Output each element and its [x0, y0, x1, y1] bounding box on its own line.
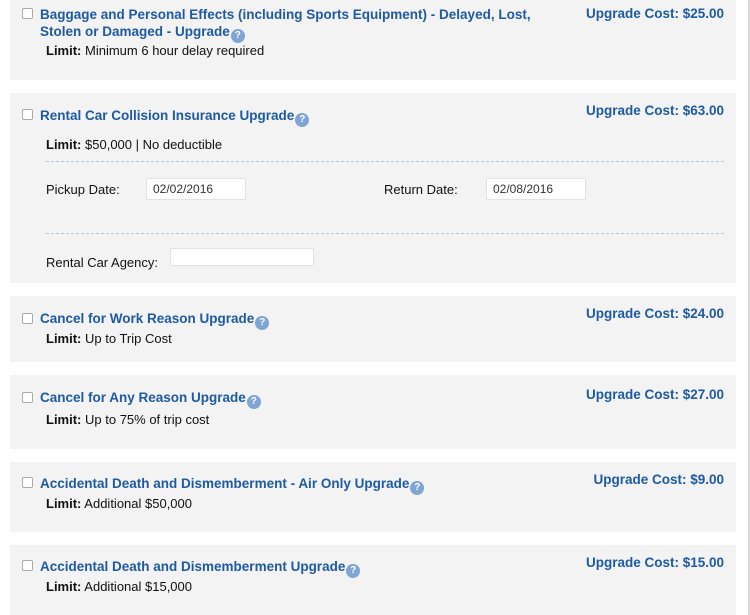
limit-label: Limit:: [46, 412, 82, 427]
cancel-any-upgrade-checkbox[interactable]: [22, 392, 33, 403]
dashed-divider: [46, 233, 724, 234]
dashed-divider: [46, 161, 724, 162]
return-date-label: Return Date:: [384, 182, 458, 197]
rental-car-title-text[interactable]: Rental Car Collision Insurance Upgrade: [40, 108, 294, 123]
add-upgrade-checkbox[interactable]: [22, 560, 33, 571]
add-upgrade-limit: Limit: Additional $15,000: [46, 579, 192, 594]
limit-label: Limit:: [46, 579, 82, 594]
return-date-input[interactable]: 02/08/2016: [486, 178, 586, 200]
add-title-text[interactable]: Accidental Death and Dismemberment Upgra…: [40, 559, 345, 574]
upgrade-panel-cancel-work: Cancel for Work Reason Upgrade? Upgrade …: [10, 296, 736, 362]
add-air-only-upgrade-title[interactable]: Accidental Death and Dismemberment - Air…: [40, 475, 425, 495]
add-air-only-title-text[interactable]: Accidental Death and Dismemberment - Air…: [40, 476, 409, 491]
baggage-upgrade-cost: Upgrade Cost: $25.00: [585, 6, 724, 21]
limit-value: Additional $15,000: [84, 579, 192, 594]
rental-car-upgrade-checkbox[interactable]: [22, 109, 33, 120]
add-upgrade-cost: Upgrade Cost: $15.00: [585, 555, 724, 570]
help-icon[interactable]: ?: [230, 29, 245, 43]
limit-value: Minimum 6 hour delay required: [85, 43, 265, 58]
cancel-any-title-text[interactable]: Cancel for Any Reason Upgrade: [40, 390, 246, 405]
pickup-date-input[interactable]: 02/02/2016: [146, 178, 246, 200]
rental-car-agency-label: Rental Car Agency:: [46, 255, 159, 270]
help-icon[interactable]: ?: [255, 316, 270, 330]
cancel-work-upgrade-cost: Upgrade Cost: $24.00: [585, 306, 724, 321]
limit-value: Up to Trip Cost: [85, 331, 172, 346]
baggage-upgrade-checkbox[interactable]: [22, 8, 33, 19]
upgrade-panel-baggage: Baggage and Personal Effects (including …: [10, 0, 736, 80]
rental-car-upgrade-title[interactable]: Rental Car Collision Insurance Upgrade?: [40, 107, 310, 127]
add-air-only-upgrade-checkbox[interactable]: [22, 477, 33, 488]
rental-car-upgrade-limit: Limit: $50,000 | No deductible: [46, 137, 222, 152]
upgrade-panel-add-air-only: Accidental Death and Dismemberment - Air…: [10, 462, 736, 532]
cancel-any-upgrade-title[interactable]: Cancel for Any Reason Upgrade?: [40, 389, 261, 409]
baggage-upgrade-limit: Limit: Minimum 6 hour delay required: [46, 43, 264, 58]
baggage-title-line1[interactable]: Baggage and Personal Effects (including …: [40, 7, 531, 22]
pickup-date-label: Pickup Date:: [46, 182, 120, 197]
baggage-upgrade-title[interactable]: Baggage and Personal Effects (including …: [40, 6, 531, 43]
limit-value: $50,000 | No deductible: [85, 137, 223, 152]
limit-value: Additional $50,000: [84, 496, 192, 511]
cancel-any-upgrade-cost: Upgrade Cost: $27.00: [585, 387, 724, 402]
help-icon[interactable]: ?: [410, 481, 425, 495]
limit-label: Limit:: [46, 331, 82, 346]
limit-label: Limit:: [46, 137, 82, 152]
cancel-work-upgrade-checkbox[interactable]: [22, 313, 33, 324]
limit-value: Up to 75% of trip cost: [85, 412, 210, 427]
rental-car-upgrade-cost: Upgrade Cost: $63.00: [585, 103, 724, 118]
cancel-work-upgrade-limit: Limit: Up to Trip Cost: [46, 331, 172, 346]
cancel-work-upgrade-title[interactable]: Cancel for Work Reason Upgrade?: [40, 310, 270, 330]
cancel-work-title-text[interactable]: Cancel for Work Reason Upgrade: [40, 311, 254, 326]
add-upgrade-title[interactable]: Accidental Death and Dismemberment Upgra…: [40, 558, 361, 578]
cancel-any-upgrade-limit: Limit: Up to 75% of trip cost: [46, 412, 209, 427]
limit-label: Limit:: [46, 43, 82, 58]
add-air-only-upgrade-cost: Upgrade Cost: $9.00: [593, 472, 724, 487]
add-air-only-upgrade-limit: Limit: Additional $50,000: [46, 496, 192, 511]
help-icon[interactable]: ?: [246, 395, 261, 409]
help-icon[interactable]: ?: [295, 113, 310, 127]
upgrade-panel-add: Accidental Death and Dismemberment Upgra…: [10, 545, 736, 615]
upgrade-panel-cancel-any: Cancel for Any Reason Upgrade? Upgrade C…: [10, 375, 736, 449]
limit-label: Limit:: [46, 496, 82, 511]
baggage-title-line2[interactable]: Stolen or Damaged - Upgrade: [40, 24, 230, 39]
rental-car-agency-input[interactable]: [170, 248, 314, 266]
help-icon[interactable]: ?: [346, 564, 361, 578]
upgrade-panel-rental-car: Rental Car Collision Insurance Upgrade? …: [10, 93, 736, 283]
